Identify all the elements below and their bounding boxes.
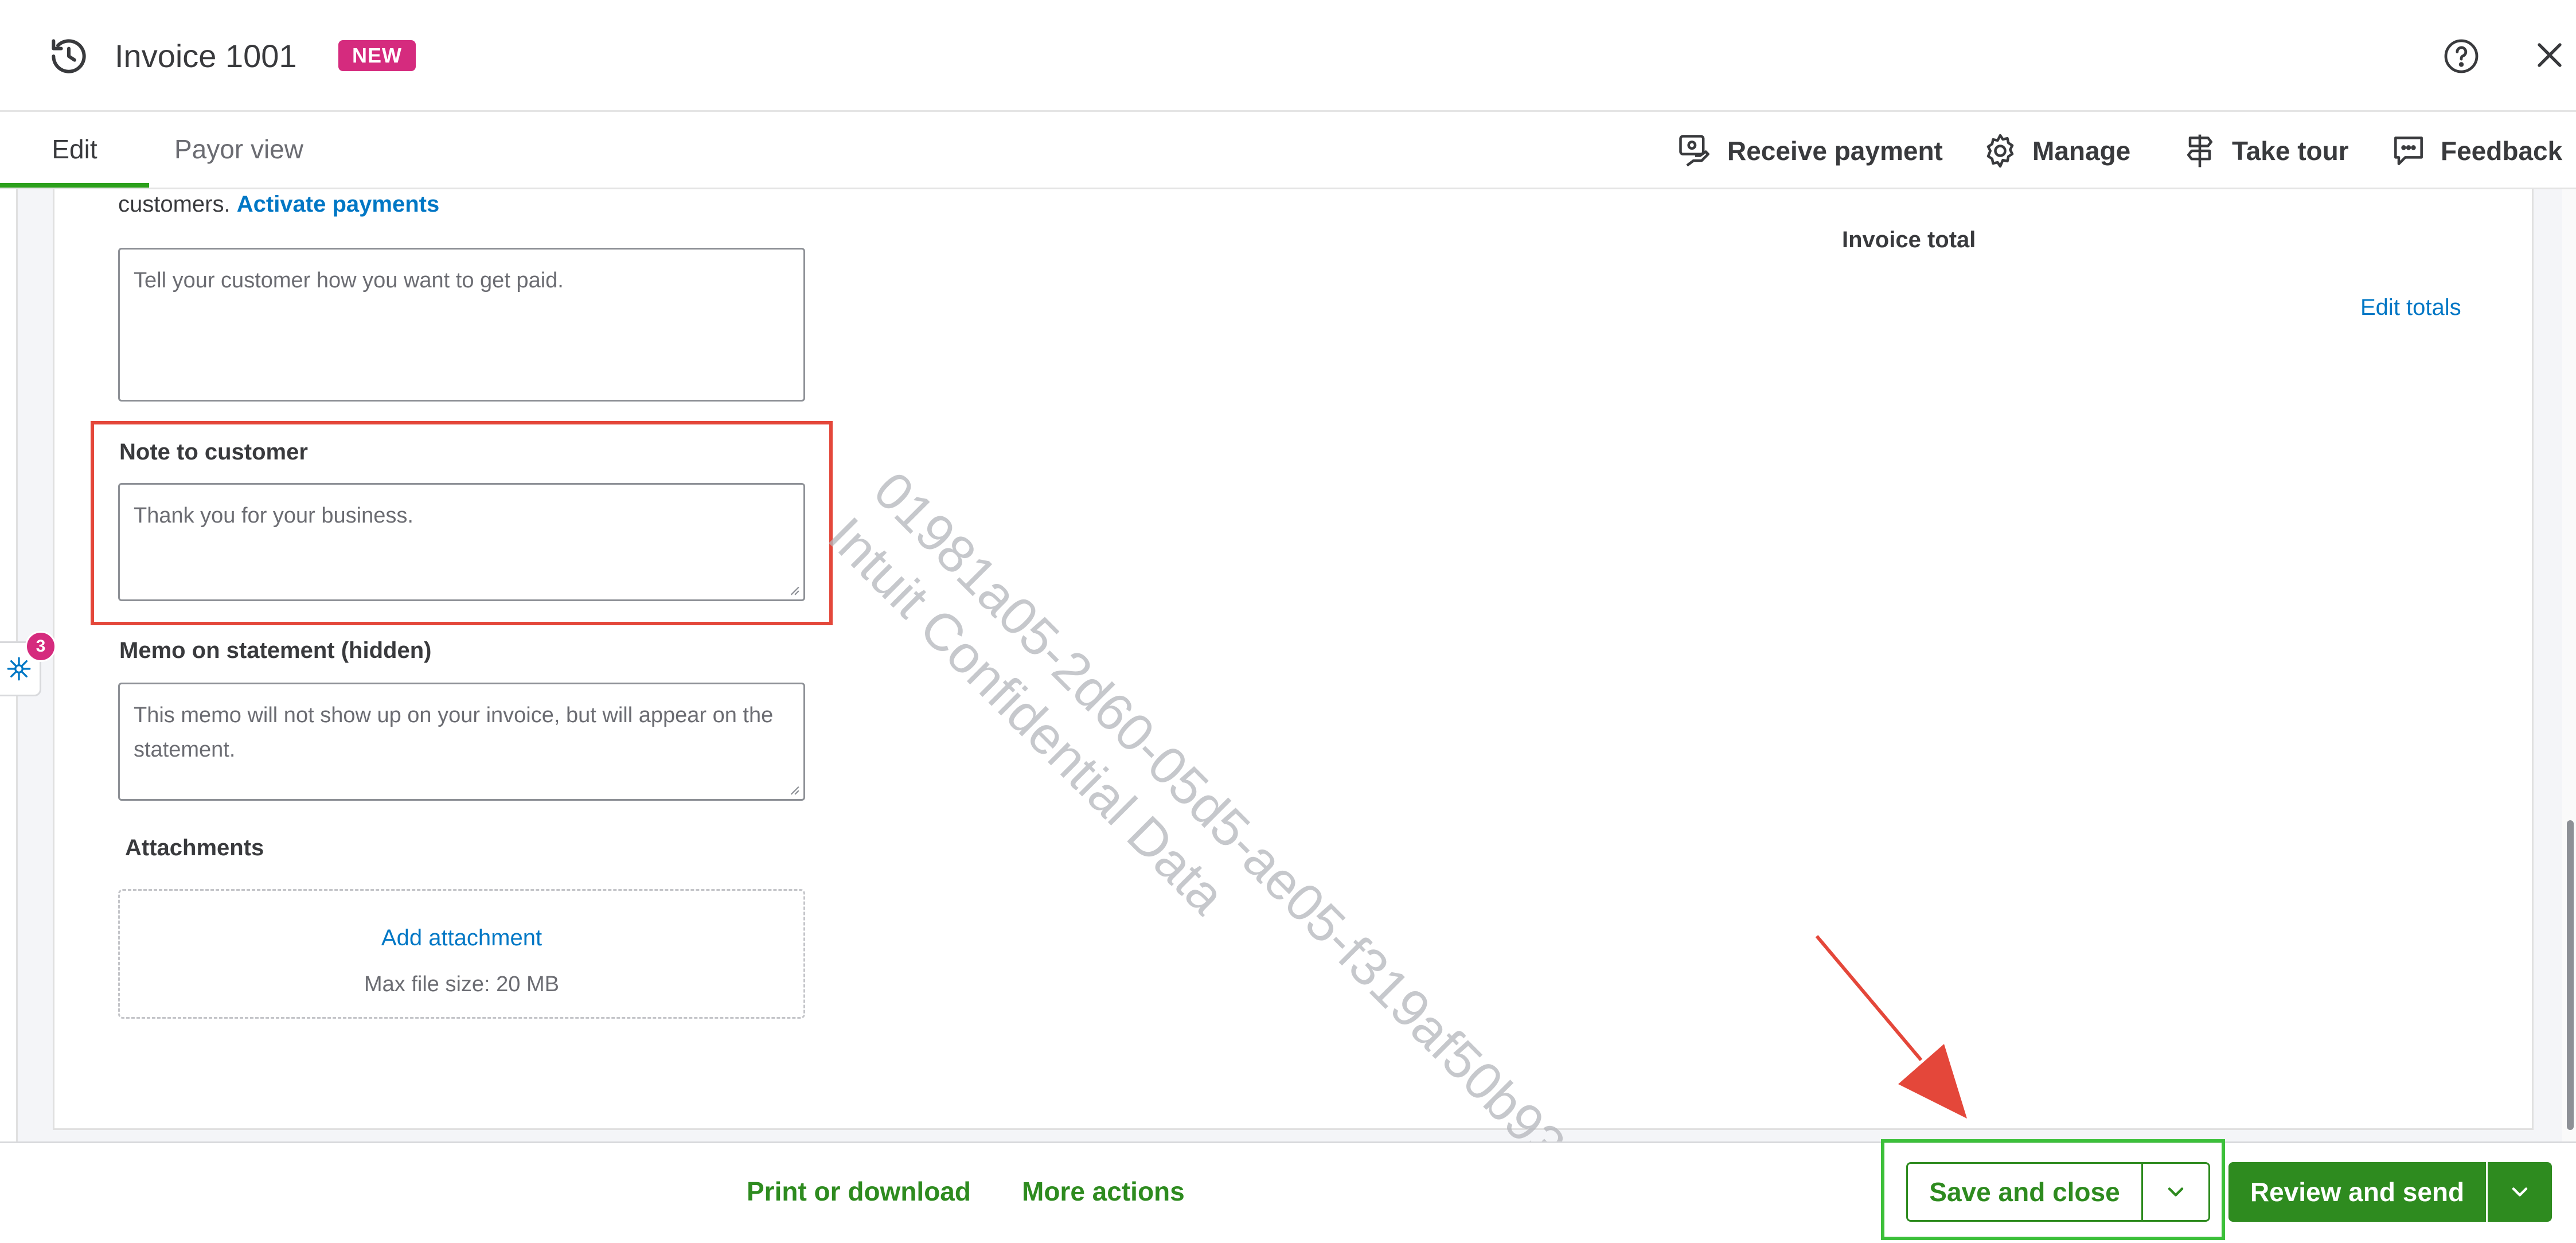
attachments-label: Attachments [125,835,264,860]
annotation-arrow [1815,935,1967,1119]
memo-on-statement-field[interactable]: This memo will not show up on your invoi… [118,683,805,801]
manage-label: Manage [2032,136,2131,166]
help-icon[interactable] [2441,36,2482,77]
edit-totals-link[interactable]: Edit totals [2360,295,2461,321]
save-and-close-button[interactable]: Save and close [1906,1162,2210,1222]
review-and-send-label[interactable]: Review and send [2228,1162,2488,1222]
memo-placeholder: This memo will not show up on your invoi… [134,703,774,762]
invoice-total-label: Invoice total [1842,227,1976,252]
memo-on-statement-label: Memo on statement (hidden) [119,638,432,663]
manage-button[interactable]: Manage [1981,128,2130,174]
more-actions-link[interactable]: More actions [1022,1176,1185,1207]
save-options-dropdown[interactable] [2143,1164,2208,1220]
note-to-customer-label: Note to customer [119,439,308,465]
chevron-down-icon [2512,1187,2528,1197]
tab-payor-view[interactable]: Payor view [174,112,303,188]
new-badge: NEW [338,40,416,71]
print-or-download-link[interactable]: Print or download [747,1176,971,1207]
max-file-size-text: Max file size: 20 MB [364,972,559,996]
receive-payment-label: Receive payment [1727,136,1943,166]
activate-prefix: customers. [118,192,231,217]
note-to-customer-value: Thank you for your business. [134,504,413,528]
payment-instructions-field[interactable]: Tell your customer how you want to get p… [118,248,805,402]
save-and-close-label[interactable]: Save and close [1908,1164,2143,1220]
activate-payments-link[interactable]: Activate payments [237,192,439,217]
resize-grip-icon[interactable] [787,583,800,596]
payment-instructions-placeholder: Tell your customer how you want to get p… [134,268,564,293]
invoice-title: Invoice 1001 [115,38,297,74]
add-attachment-link[interactable]: Add attachment [120,925,803,951]
review-options-dropdown[interactable] [2488,1162,2552,1222]
feedback-button[interactable]: Feedback [2389,128,2562,174]
feedback-label: Feedback [2441,136,2563,166]
tab-bar: Edit Payor view Receive payment Manage T… [0,112,2576,189]
close-icon[interactable] [2529,34,2570,76]
activate-payments-line: customers. Activate payments [118,192,439,217]
receive-payment-button[interactable]: Receive payment [1676,128,1943,174]
chat-icon [2394,137,2423,165]
take-tour-label: Take tour [2232,136,2349,166]
signpost-icon [2187,134,2213,167]
receive-payment-icon [1679,135,1709,167]
attachment-dropzone[interactable]: Add attachment Max file size: 20 MB [118,889,805,1019]
chevron-down-icon [2168,1187,2184,1197]
take-tour-button[interactable]: Take tour [2180,128,2349,174]
review-and-send-button[interactable]: Review and send [2228,1162,2552,1222]
scrollbar-thumb[interactable] [2567,820,2574,1130]
tab-edit[interactable]: Edit [0,112,149,188]
resize-grip-icon[interactable] [787,783,800,796]
notification-count-badge: 3 [25,631,56,662]
sparkle-icon [7,657,31,681]
gear-icon [1986,134,2014,168]
history-icon[interactable] [46,33,92,79]
note-to-customer-field[interactable]: Thank you for your business. [118,483,805,601]
